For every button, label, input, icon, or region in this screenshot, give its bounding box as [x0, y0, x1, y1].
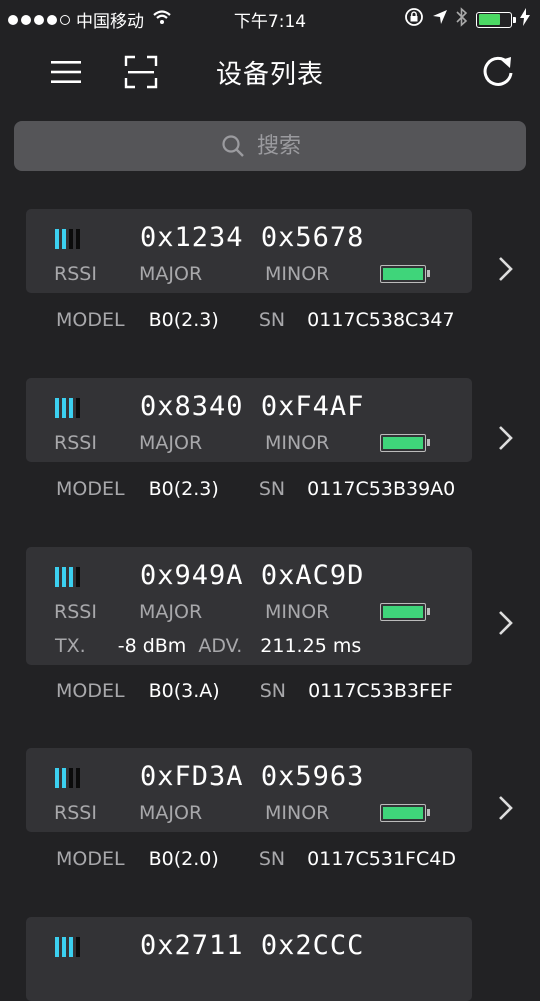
major-label: MAJOR — [139, 601, 203, 623]
tx-label: TX. — [55, 635, 86, 657]
rssi-bars-icon — [55, 229, 80, 249]
device-info: MODEL B0(2.0) SN 0117C531FC4D — [56, 848, 456, 870]
major-value: 0x8340 — [140, 391, 244, 422]
status-bar: 中国移动 下午7:14 — [0, 0, 540, 36]
rssi-label: RSSI — [54, 802, 97, 824]
device-ids: 0xFD3A 0x5963 — [140, 761, 364, 792]
minor-label: MINOR — [265, 263, 330, 285]
minor-value: 0x2CCC — [260, 930, 365, 961]
adv-label: ADV. — [198, 635, 243, 657]
chevron-right-icon[interactable] — [494, 608, 518, 638]
model-value: B0(2.0) — [148, 848, 219, 870]
model-label: MODEL — [56, 848, 125, 870]
minor-value: 0x5963 — [260, 761, 365, 792]
tx-value: -8 dBm — [117, 635, 187, 657]
tx-adv-row: TX. -8 dBm ADV. 211.25 ms — [55, 635, 361, 657]
minor-value: 0x5678 — [260, 222, 365, 253]
device-info: MODEL B0(3.A) SN 0117C53B3FEF — [56, 680, 453, 702]
major-label: MAJOR — [139, 802, 203, 824]
search-input[interactable] — [255, 132, 319, 160]
minor-value: 0xF4AF — [260, 391, 365, 422]
sn-label: SN — [258, 848, 286, 870]
refresh-button[interactable] — [476, 50, 520, 94]
charging-icon — [520, 8, 530, 31]
battery-icon — [380, 265, 430, 283]
minor-value: 0xAC9D — [260, 560, 365, 591]
minor-label: MINOR — [265, 802, 330, 824]
adv-value: 211.25 ms — [260, 635, 362, 657]
model-label: MODEL — [56, 680, 125, 702]
page-title: 设备列表 — [215, 60, 324, 90]
nav-bar: 设备列表 — [0, 36, 540, 108]
rssi-label: RSSI — [54, 601, 97, 623]
rssi-bars-icon — [55, 937, 80, 957]
device-card[interactable]: 0x2711 0x2CCC — [26, 917, 472, 1001]
battery-icon — [380, 603, 430, 621]
major-label: MAJOR — [139, 432, 203, 454]
chevron-right-icon[interactable] — [494, 793, 518, 823]
search-bar[interactable] — [14, 121, 526, 171]
model-value: B0(2.3) — [148, 309, 219, 331]
device-info: MODEL B0(2.3) SN 0117C53B39A0 — [56, 478, 455, 500]
clock: 下午7:14 — [233, 12, 307, 32]
sn-label: SN — [258, 478, 286, 500]
chevron-right-icon[interactable] — [494, 254, 518, 284]
battery-icon — [380, 804, 430, 822]
rssi-bars-icon — [55, 768, 80, 788]
device-ids: 0x2711 0x2CCC — [140, 930, 364, 961]
cellular-signal-icon — [8, 14, 70, 25]
search-icon — [222, 135, 244, 157]
sn-label: SN — [258, 309, 286, 331]
sn-value: 0117C538C347 — [307, 309, 455, 331]
location-icon — [432, 9, 448, 30]
sn-value: 0117C53B3FEF — [308, 680, 453, 702]
rotation-lock-icon — [404, 7, 424, 32]
rssi-bars-icon — [55, 567, 80, 587]
major-value: 0x1234 — [140, 222, 244, 253]
device-card[interactable]: 0x1234 0x5678 RSSI MAJOR MINOR — [26, 209, 472, 293]
rssi-label: RSSI — [54, 263, 97, 285]
bluetooth-icon — [456, 7, 468, 32]
device-info: MODEL B0(2.3) SN 0117C538C347 — [56, 309, 455, 331]
wifi-icon — [152, 9, 172, 30]
major-label: MAJOR — [139, 263, 203, 285]
refresh-icon — [483, 56, 513, 86]
device-ids: 0x8340 0xF4AF — [140, 391, 364, 422]
model-value: B0(3.A) — [148, 680, 220, 702]
major-value: 0xFD3A — [140, 761, 244, 792]
major-value: 0x949A — [140, 560, 244, 591]
model-value: B0(2.3) — [148, 478, 219, 500]
sn-label: SN — [259, 680, 287, 702]
device-ids: 0x949A 0xAC9D — [140, 560, 364, 591]
battery-icon — [476, 11, 516, 28]
sn-value: 0117C531FC4D — [307, 848, 456, 870]
device-ids: 0x1234 0x5678 — [140, 222, 364, 253]
minor-label: MINOR — [265, 601, 330, 623]
major-value: 0x2711 — [140, 930, 244, 961]
rssi-label: RSSI — [54, 432, 97, 454]
model-label: MODEL — [56, 478, 125, 500]
device-card[interactable]: 0x8340 0xF4AF RSSI MAJOR MINOR — [26, 378, 472, 462]
device-card[interactable]: 0xFD3A 0x5963 RSSI MAJOR MINOR — [26, 748, 472, 832]
device-card[interactable]: 0x949A 0xAC9D RSSI MAJOR MINOR TX. -8 dB… — [26, 547, 472, 665]
minor-label: MINOR — [265, 432, 330, 454]
rssi-bars-icon — [55, 398, 80, 418]
sn-value: 0117C53B39A0 — [307, 478, 456, 500]
chevron-right-icon[interactable] — [494, 423, 518, 453]
model-label: MODEL — [56, 309, 125, 331]
battery-icon — [380, 434, 430, 452]
carrier-label: 中国移动 — [76, 12, 144, 32]
